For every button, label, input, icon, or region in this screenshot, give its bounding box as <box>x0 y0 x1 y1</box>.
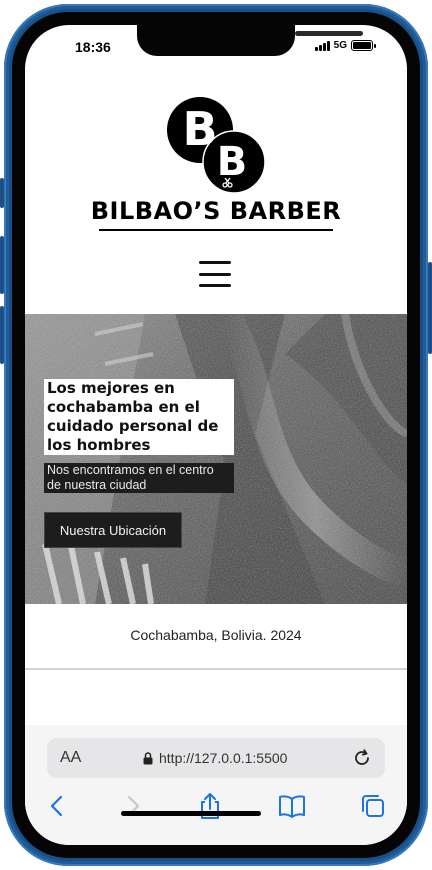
logo-letter-1: B <box>182 102 217 156</box>
lock-icon <box>143 751 153 764</box>
hero-title: Los mejores en cochabamba en el cuidado … <box>44 379 234 455</box>
power-button <box>428 262 432 354</box>
network-label: 5G <box>333 40 347 51</box>
url-text: http://127.0.0.1:5500 <box>159 750 288 766</box>
status-icons: 5G <box>314 40 376 51</box>
tabs-icon[interactable] <box>358 791 388 821</box>
logo-icon: B B <box>167 97 266 194</box>
brand-name: BILBAO’S BARBER <box>90 197 342 225</box>
forward-icon[interactable] <box>118 791 148 821</box>
location-button[interactable]: Nuestra Ubicación <box>44 512 182 548</box>
brand-underline <box>99 229 333 231</box>
navigation-toolbar <box>25 791 407 821</box>
home-indicator <box>121 811 261 816</box>
hero-banner: Los mejores en cochabamba en el cuidado … <box>25 314 407 604</box>
share-icon[interactable] <box>195 791 225 821</box>
reload-icon[interactable] <box>351 747 373 769</box>
logo-letter-2: B <box>217 139 248 185</box>
volume-down-button <box>0 306 4 364</box>
bookmarks-icon[interactable] <box>277 791 307 821</box>
footer-divider <box>25 668 407 670</box>
reader-settings-button[interactable]: AA <box>60 749 81 767</box>
browser-toolbar: AA http://127.0.0.1:5500 <box>25 725 407 845</box>
url-display[interactable]: http://127.0.0.1:5500 <box>143 750 287 766</box>
signal-icon <box>314 40 330 51</box>
volume-up-button <box>0 236 4 294</box>
hero-background-image <box>25 314 407 604</box>
phone-screen: 18:36 5G B B BILBAO’S BARBER Los mejores… <box>25 25 407 845</box>
speaker <box>295 31 363 36</box>
hero-subtitle: Nos encontramos en el centro de nuestra … <box>44 463 234 493</box>
hamburger-menu-icon[interactable] <box>199 261 231 287</box>
battery-icon <box>351 40 376 51</box>
notch <box>137 25 363 56</box>
side-button <box>0 178 4 208</box>
status-time: 18:36 <box>75 39 111 55</box>
back-icon[interactable] <box>42 791 72 821</box>
address-bar[interactable]: AA http://127.0.0.1:5500 <box>47 738 385 778</box>
footer-text: Cochabamba, Bolivia. 2024 <box>130 627 302 643</box>
